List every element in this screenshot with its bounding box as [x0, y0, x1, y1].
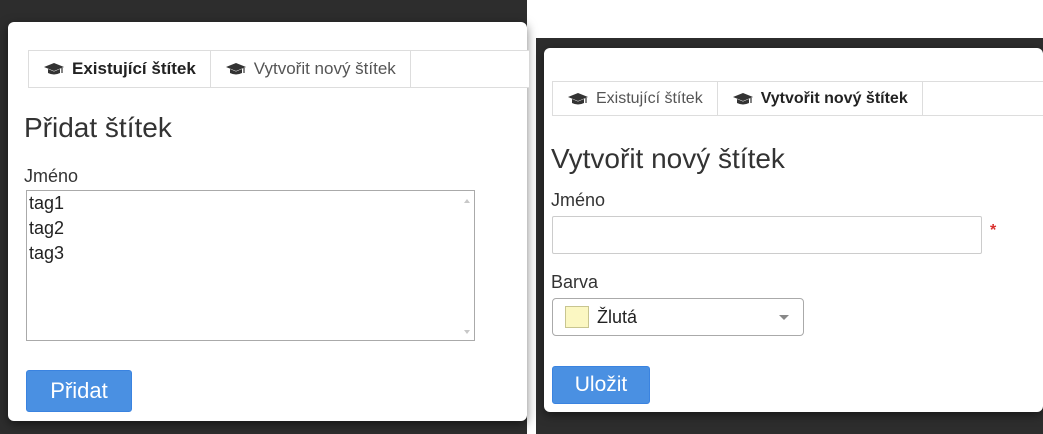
scroll-up-arrow-icon[interactable]: [464, 199, 470, 203]
color-label: Barva: [551, 272, 599, 292]
list-item[interactable]: tag1: [27, 191, 474, 216]
required-indicator: *: [990, 222, 997, 239]
add-existing-tag-dialog: Existující štítek Vytvořit nový štítek P…: [8, 22, 529, 421]
name-label: Jméno: [24, 166, 79, 186]
graduation-cap-icon: [732, 92, 753, 104]
dialog-title: Přidat štítek: [24, 112, 172, 143]
tab-bar: Existující štítek Vytvořit nový štítek: [552, 81, 1043, 116]
tab-create-new-tag[interactable]: Vytvořit nový štítek: [211, 51, 411, 87]
tab-bar: Existující štítek Vytvořit nový štítek: [28, 50, 529, 88]
color-swatch: [565, 306, 589, 328]
create-tag-dialog: Existující štítek Vytvořit nový štítek V…: [544, 48, 1043, 412]
tab-label: Vytvořit nový štítek: [253, 59, 396, 78]
graduation-cap-icon: [568, 92, 588, 104]
save-button[interactable]: Uložit: [552, 366, 650, 404]
tab-existing-tag[interactable]: Existující štítek: [29, 51, 211, 87]
add-button[interactable]: Přidat: [26, 370, 132, 412]
dialog-title: Vytvořit nový štítek: [551, 143, 785, 174]
tab-label: Vytvořit nový štítek: [760, 89, 908, 107]
graduation-cap-icon: [44, 63, 64, 75]
color-select-value: Žlutá: [597, 306, 638, 327]
tab-create-new-tag[interactable]: Vytvořit nový štítek: [718, 82, 923, 115]
scroll-down-arrow-icon[interactable]: [464, 330, 470, 334]
chevron-down-icon: [779, 315, 789, 320]
color-select[interactable]: Žlutá: [552, 298, 804, 336]
tab-label: Existující štítek: [596, 89, 703, 107]
name-label: Jméno: [551, 190, 606, 210]
list-item[interactable]: tag2: [27, 216, 474, 241]
tab-label: Existující štítek: [72, 59, 196, 78]
tag-listbox[interactable]: tag1 tag2 tag3: [26, 190, 475, 341]
list-item[interactable]: tag3: [27, 241, 474, 266]
name-input[interactable]: [552, 216, 982, 254]
tab-existing-tag[interactable]: Existující štítek: [553, 82, 718, 115]
graduation-cap-icon: [225, 63, 246, 75]
